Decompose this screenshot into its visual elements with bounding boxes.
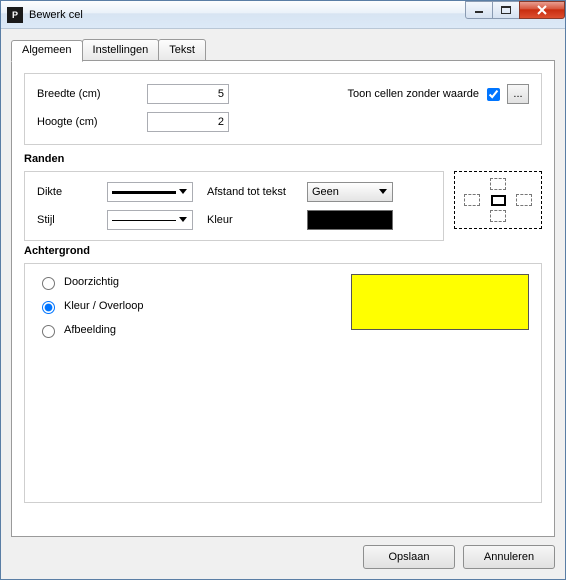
hoogte-input[interactable] — [147, 112, 229, 132]
tab-strip: Algemeen Instellingen Tekst — [11, 39, 555, 61]
dimensions-group: Breedte (cm) Toon cellen zonder waarde .… — [24, 73, 542, 145]
dikte-label: Dikte — [37, 186, 97, 198]
afstand-value: Geen — [312, 186, 339, 198]
minimize-button[interactable] — [465, 1, 493, 19]
titlebar: P Bewerk cel — [1, 1, 565, 29]
afstand-label: Afstand tot tekst — [207, 186, 297, 198]
thin-line-icon — [112, 220, 176, 221]
footer: Opslaan Annuleren — [11, 537, 555, 569]
tab-instellingen[interactable]: Instellingen — [82, 39, 160, 61]
chevron-down-icon — [376, 185, 390, 199]
stijl-combo[interactable] — [107, 210, 193, 230]
maximize-button[interactable] — [492, 1, 520, 19]
kleur-label: Kleur — [207, 214, 297, 226]
save-button[interactable]: Opslaan — [363, 545, 455, 569]
border-left[interactable] — [464, 194, 480, 206]
cancel-button[interactable]: Annuleren — [463, 545, 555, 569]
randen-group: Dikte Afstand tot tekst Geen Stijl — [24, 171, 542, 241]
hoogte-label: Hoogte (cm) — [37, 116, 147, 128]
achtergrond-group: Doorzichtig Kleur / Overloop Afbeelding — [24, 263, 542, 503]
window: P Bewerk cel Algemeen Instellingen Tekst — [0, 0, 566, 580]
radio-doorzichtig-label: Doorzichtig — [64, 276, 119, 288]
stijl-label: Stijl — [37, 214, 97, 226]
border-bottom[interactable] — [490, 210, 506, 222]
radio-doorzichtig[interactable] — [42, 277, 55, 290]
border-picker — [454, 171, 542, 229]
toon-checkbox[interactable] — [487, 88, 500, 101]
close-button[interactable] — [519, 1, 565, 19]
randen-title: Randen — [24, 153, 542, 165]
thick-line-icon — [112, 191, 176, 194]
tab-algemeen[interactable]: Algemeen — [11, 40, 83, 62]
border-all[interactable] — [491, 195, 506, 206]
border-top[interactable] — [490, 178, 506, 190]
client-area: Algemeen Instellingen Tekst Breedte (cm)… — [1, 29, 565, 579]
tab-body: Breedte (cm) Toon cellen zonder waarde .… — [11, 60, 555, 537]
window-buttons — [466, 1, 565, 28]
achtergrond-title: Achtergrond — [24, 245, 542, 257]
breedte-label: Breedte (cm) — [37, 88, 147, 100]
toon-label: Toon cellen zonder waarde — [348, 88, 479, 100]
background-preview[interactable] — [351, 274, 529, 330]
radio-afbeelding[interactable] — [42, 325, 55, 338]
chevron-down-icon — [176, 213, 190, 227]
tab-tekst[interactable]: Tekst — [158, 39, 206, 61]
radio-afbeelding-label: Afbeelding — [64, 324, 116, 336]
border-right[interactable] — [516, 194, 532, 206]
dikte-combo[interactable] — [107, 182, 193, 202]
kleur-swatch[interactable] — [307, 210, 393, 230]
breedte-input[interactable] — [147, 84, 229, 104]
window-title: Bewerk cel — [29, 9, 466, 21]
radio-kleur-label: Kleur / Overloop — [64, 300, 143, 312]
afstand-combo[interactable]: Geen — [307, 182, 393, 202]
chevron-down-icon — [176, 185, 190, 199]
app-icon: P — [7, 7, 23, 23]
toon-options-button[interactable]: ... — [507, 84, 529, 104]
radio-kleur[interactable] — [42, 301, 55, 314]
